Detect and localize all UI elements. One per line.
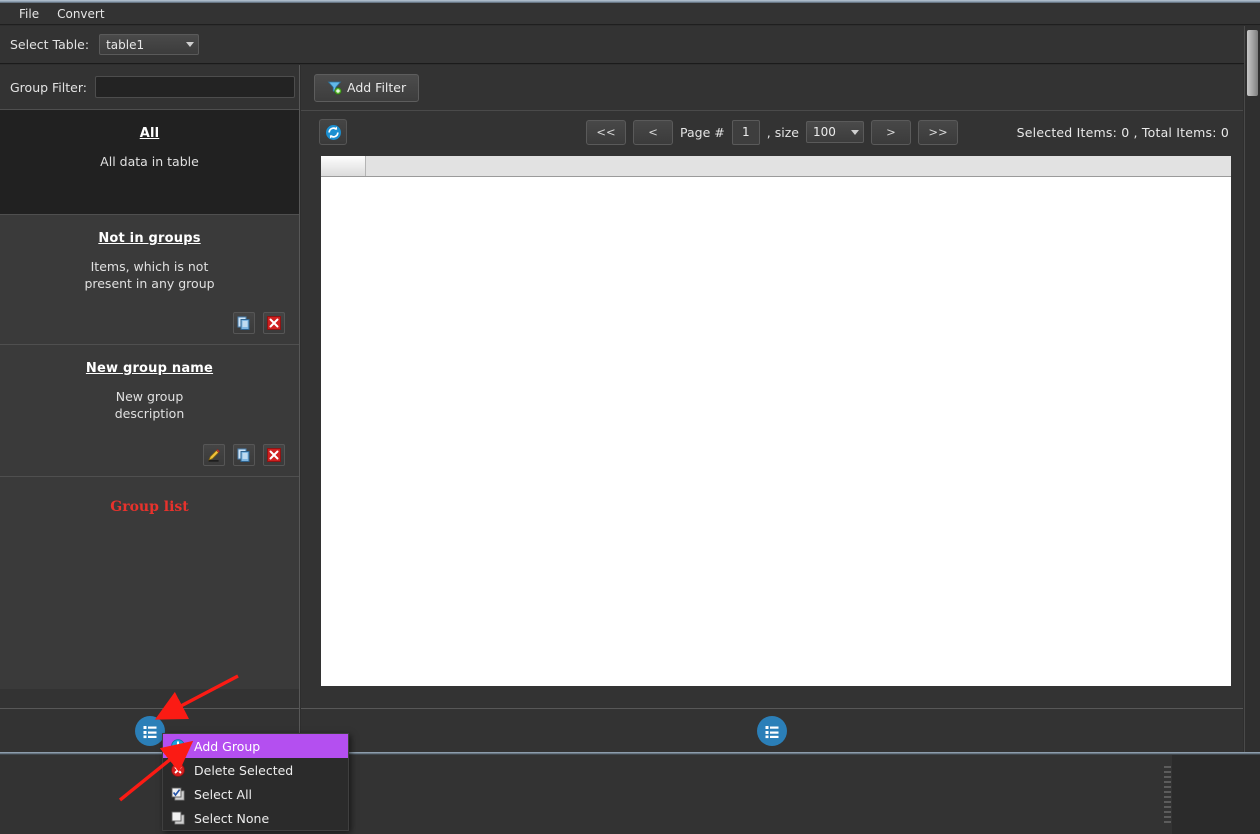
plus-circle-icon — [170, 738, 186, 754]
data-panel: Add Filter << < Page # , size — [301, 65, 1243, 708]
group-panel: Group Filter: All All data in table Not … — [0, 65, 300, 708]
delete-group-button[interactable] — [263, 444, 285, 466]
checked-box-icon — [170, 786, 186, 802]
copy-group-button[interactable] — [233, 444, 255, 466]
refresh-button[interactable] — [319, 119, 347, 145]
group-card-new-group[interactable]: New group name New group description — [0, 345, 299, 477]
page-size-label: , size — [767, 125, 799, 140]
refresh-icon — [325, 124, 342, 141]
edit-group-button[interactable] — [203, 444, 225, 466]
group-description: Items, which is not present in any group — [0, 258, 299, 292]
edit-icon — [207, 448, 221, 462]
group-title: All — [0, 126, 299, 141]
filter-icon — [327, 80, 342, 95]
application-window: File Convert Select Table: table1 Group … — [0, 0, 1260, 834]
scrollbar-thumb[interactable] — [1247, 30, 1258, 96]
add-filter-button[interactable]: Add Filter — [314, 74, 419, 102]
group-description-line: All data in table — [100, 154, 199, 169]
context-menu-item-select-all[interactable]: Select All — [163, 782, 348, 806]
group-filter-input[interactable] — [95, 76, 295, 98]
first-page-button[interactable]: << — [586, 120, 626, 145]
context-menu-label: Select All — [194, 787, 252, 802]
delete-icon — [267, 448, 281, 462]
selected-items-value: 0 — [1121, 125, 1129, 140]
menu-item-file[interactable]: File — [10, 5, 48, 23]
select-table-bar: Select Table: table1 — [0, 26, 1260, 64]
delete-icon — [267, 316, 281, 330]
group-title: Not in groups — [0, 231, 299, 246]
data-menu-button[interactable] — [757, 716, 787, 746]
select-table-dropdown[interactable]: table1 — [99, 34, 199, 55]
context-menu-item-select-none[interactable]: Select None — [163, 806, 348, 830]
chevron-down-icon — [851, 130, 859, 135]
last-page-button[interactable]: >> — [918, 120, 958, 145]
menu-bar: File Convert — [0, 3, 1260, 25]
group-card-list: All All data in table Not in groups Item… — [0, 110, 299, 689]
data-grid-body[interactable] — [321, 177, 1231, 686]
page-size-dropdown[interactable]: 100 — [806, 121, 864, 143]
lower-panel-right-region — [1172, 755, 1260, 834]
next-page-button[interactable]: > — [871, 120, 911, 145]
group-filter-label: Group Filter: — [10, 80, 87, 95]
data-grid[interactable] — [321, 156, 1231, 685]
vertical-splitter-grip[interactable] — [1163, 755, 1172, 834]
group-context-menu: Add Group Delete Selected Select All — [162, 733, 349, 831]
group-menu-button[interactable] — [135, 716, 165, 746]
group-list-annotation-label: Group list — [0, 499, 299, 515]
copy-group-button[interactable] — [233, 312, 255, 334]
menu-item-convert[interactable]: Convert — [48, 5, 113, 23]
group-actions — [233, 312, 285, 334]
group-title: New group name — [0, 361, 299, 376]
total-items-label: Total Items: — [1142, 125, 1217, 140]
copy-icon — [237, 448, 251, 462]
group-description: New group description — [0, 388, 299, 422]
copy-icon — [237, 316, 251, 330]
empty-box-icon — [170, 810, 186, 826]
context-menu-item-delete-selected[interactable]: Delete Selected — [163, 758, 348, 782]
delete-group-button[interactable] — [263, 312, 285, 334]
add-filter-label: Add Filter — [347, 80, 406, 95]
select-table-value: table1 — [106, 38, 186, 52]
total-items-value: 0 — [1221, 125, 1229, 140]
group-list-empty-area: Group list — [0, 477, 299, 689]
page-number-input[interactable] — [732, 120, 760, 145]
group-actions — [203, 444, 285, 466]
pager-toolbar: << < Page # , size 100 > >> Selected Ite… — [301, 111, 1243, 153]
context-menu-label: Select None — [194, 811, 269, 826]
filter-toolbar: Add Filter — [301, 65, 1243, 111]
delete-circle-icon — [170, 762, 186, 778]
prev-page-button[interactable]: < — [633, 120, 673, 145]
group-description: All data in table — [0, 153, 299, 170]
list-menu-icon — [762, 721, 782, 741]
group-description-line: Items, which is not present in any group — [84, 259, 214, 291]
context-menu-item-add-group[interactable]: Add Group — [163, 734, 348, 758]
counts-separator: , — [1134, 125, 1138, 140]
vertical-scrollbar[interactable] — [1244, 26, 1260, 752]
list-menu-icon — [140, 721, 160, 741]
group-card-all[interactable]: All All data in table — [0, 110, 299, 215]
group-description-line: New group description — [115, 389, 185, 421]
status-counts: Selected Items: 0 , Total Items: 0 — [1017, 125, 1229, 140]
context-menu-label: Add Group — [194, 739, 260, 754]
data-panel-bottom-toolbar — [301, 708, 1243, 752]
page-number-label: Page # — [680, 125, 725, 140]
selected-items-label: Selected Items: — [1017, 125, 1117, 140]
select-table-label: Select Table: — [10, 37, 89, 52]
group-filter-bar: Group Filter: — [0, 65, 299, 110]
grid-corner-cell[interactable] — [321, 156, 366, 176]
group-card-not-in-groups[interactable]: Not in groups Items, which is not presen… — [0, 215, 299, 345]
context-menu-label: Delete Selected — [194, 763, 293, 778]
chevron-down-icon — [186, 42, 194, 47]
data-grid-header — [321, 156, 1231, 177]
page-size-value: 100 — [813, 125, 851, 139]
